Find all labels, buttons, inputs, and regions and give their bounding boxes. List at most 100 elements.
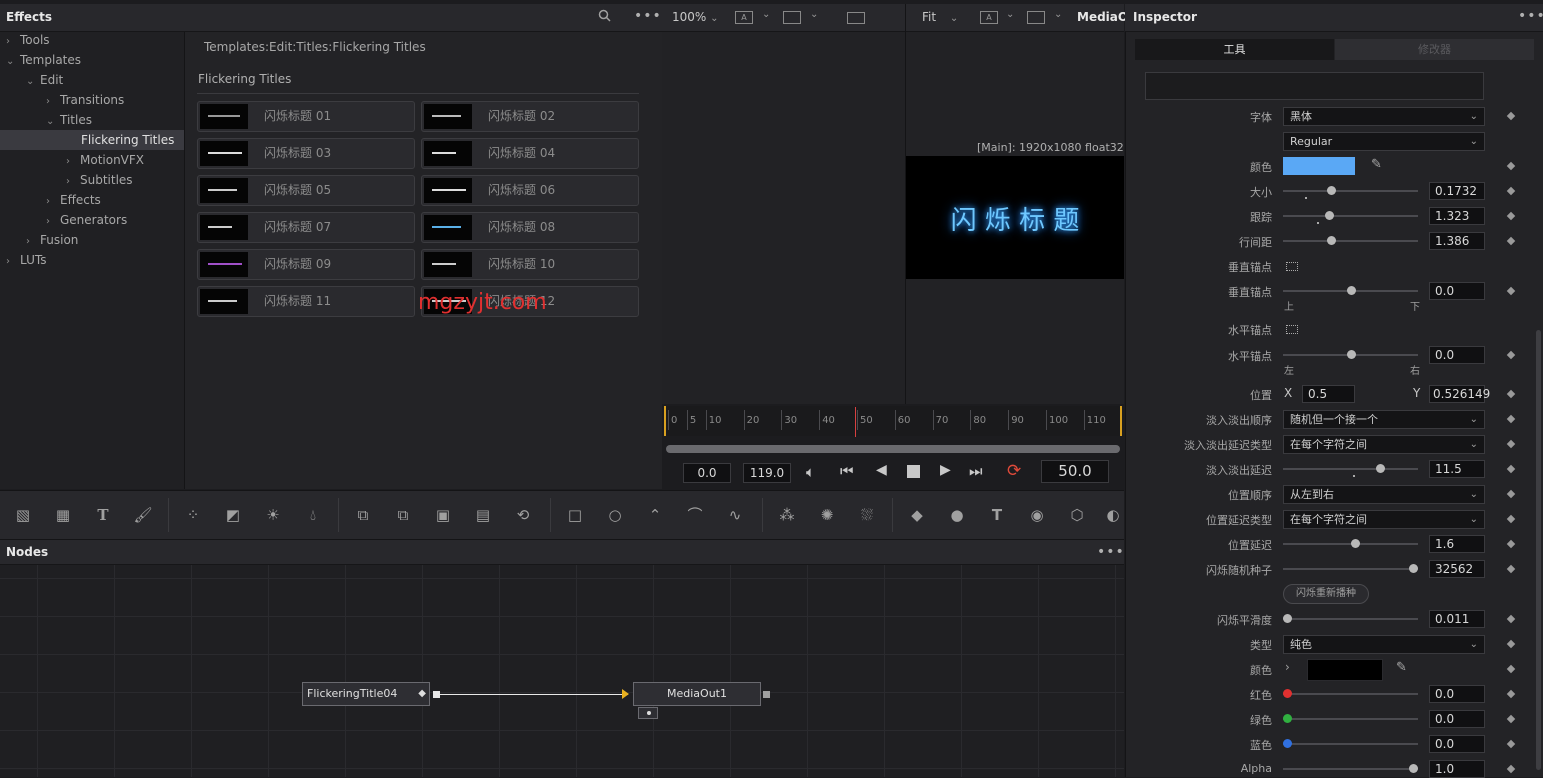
particle-render-icon[interactable]: ⛆ <box>854 502 880 528</box>
tracking-value-field[interactable]: 1.323 <box>1429 207 1485 225</box>
green-value-field[interactable]: 0.0 <box>1429 710 1485 728</box>
zoom-dropdown[interactable]: 100% ⌄ <box>672 10 719 24</box>
v-anchor-value-field[interactable]: 0.0 <box>1429 282 1485 300</box>
play-reverse-icon[interactable]: ◀︎ <box>876 462 887 478</box>
chevron-down-icon[interactable]: ⌄ <box>810 9 818 20</box>
node-connection[interactable] <box>440 694 628 695</box>
preview-frame[interactable]: 闪 烁 标 题 <box>906 156 1124 279</box>
search-icon[interactable] <box>598 9 612 23</box>
color-swatch[interactable] <box>1283 157 1355 175</box>
style-dropdown[interactable]: Regular ⌄ <box>1283 132 1485 151</box>
fade-delay-slider[interactable] <box>1283 464 1418 477</box>
tree-item-tools[interactable]: › Tools <box>6 30 50 50</box>
tab-tools[interactable]: 工具 <box>1135 39 1334 60</box>
v-anchor-slider[interactable] <box>1283 286 1418 295</box>
slider-handle[interactable] <box>1409 764 1418 773</box>
play-icon[interactable]: ▶︎ <box>940 462 951 478</box>
tree-item-edit[interactable]: ⌄ Edit <box>26 70 63 90</box>
fast-noise-tool-icon[interactable]: ▦ <box>50 502 76 528</box>
start-time-field[interactable]: 0.0 <box>683 463 731 483</box>
h-anchor-slider[interactable] <box>1283 350 1418 359</box>
more-options-icon[interactable]: ••• <box>634 8 662 24</box>
polygon-mask-icon[interactable]: ⌃ <box>642 502 668 528</box>
pos-delay-value-field[interactable]: 1.6 <box>1429 535 1485 553</box>
template-tile[interactable]: 闪烁标题 02 <box>421 101 639 132</box>
position-y-field[interactable]: 0.526149 <box>1429 385 1490 403</box>
go-to-end-icon[interactable]: ⏭︎ <box>969 462 983 480</box>
template-tile[interactable]: 闪烁标题 01 <box>197 101 415 132</box>
text-tool-icon[interactable]: T <box>90 502 116 528</box>
pos-delay-slider[interactable] <box>1283 539 1418 548</box>
line-spacing-value-field[interactable]: 1.386 <box>1429 232 1485 250</box>
ellipse-mask-icon[interactable]: ○ <box>602 502 628 528</box>
red-slider[interactable] <box>1283 689 1418 698</box>
end-time-field[interactable]: 119.0 <box>743 463 791 483</box>
brightness-icon[interactable]: ☀︎ <box>260 502 286 528</box>
current-time-field[interactable]: 50.0 <box>1041 460 1109 483</box>
paint-tool-icon[interactable]: 🖌︎ <box>130 502 156 528</box>
slider-handle[interactable] <box>1376 464 1385 473</box>
matte-icon[interactable]: ▣ <box>430 502 456 528</box>
text-input-area[interactable] <box>1145 72 1484 100</box>
slider-handle[interactable] <box>1283 714 1292 723</box>
output-port[interactable] <box>433 691 440 698</box>
template-tile[interactable]: 闪烁标题 09 <box>197 249 415 280</box>
template-tile[interactable]: 闪烁标题 04 <box>421 138 639 169</box>
transform-icon[interactable]: ⟲ <box>510 502 536 528</box>
chevron-right-icon[interactable]: › <box>1285 660 1290 674</box>
template-tile[interactable]: 闪烁标题 10 <box>421 249 639 280</box>
chevron-down-icon[interactable]: ⌄ <box>1054 9 1062 20</box>
v-anchor-icon[interactable] <box>1286 262 1298 271</box>
merge3d-icon[interactable]: ● <box>944 502 970 528</box>
template-tile[interactable]: 闪烁标题 11 <box>197 286 415 317</box>
tree-item-motionvfx[interactable]: › MotionVFX <box>66 150 144 170</box>
h-anchor-value-field[interactable]: 0.0 <box>1429 346 1485 364</box>
template-tile[interactable]: 闪烁标题 07 <box>197 212 415 243</box>
bgcolor-swatch[interactable] <box>1307 659 1383 681</box>
roi-icon[interactable] <box>783 11 801 24</box>
stop-icon[interactable] <box>907 465 920 478</box>
type-dropdown[interactable]: 纯色 ⌄ <box>1283 635 1485 654</box>
seed-slider[interactable] <box>1283 564 1418 573</box>
time-scrollbar[interactable] <box>666 445 1120 453</box>
smoothness-slider[interactable] <box>1283 614 1418 623</box>
tree-item-effects[interactable]: › Effects <box>46 190 101 210</box>
input-port-arrow[interactable] <box>622 689 629 699</box>
merge-icon[interactable]: ⧉ <box>350 502 376 528</box>
light3d-icon[interactable]: ◐ <box>1100 502 1126 528</box>
node-graph[interactable] <box>0 565 1124 777</box>
audio-icon[interactable]: 🔈︎ <box>806 463 815 481</box>
slider-handle[interactable] <box>1327 236 1336 245</box>
tracking-slider[interactable] <box>1283 211 1418 224</box>
alpha-slider[interactable] <box>1283 764 1418 773</box>
tree-item-generators[interactable]: › Generators <box>46 210 127 230</box>
slider-handle[interactable] <box>1347 350 1356 359</box>
merge-alt-icon[interactable]: ⧉ <box>390 502 416 528</box>
wave-mask-icon[interactable]: ∿ <box>722 502 748 528</box>
eyedropper-icon[interactable]: ✎ <box>1396 660 1407 675</box>
slider-handle[interactable] <box>1327 186 1336 195</box>
fade-order-dropdown[interactable]: 随机但一个接一个 ⌄ <box>1283 410 1485 429</box>
roi-icon[interactable] <box>1027 11 1045 24</box>
tree-item-luts[interactable]: › LUTs <box>6 250 46 270</box>
slider-handle[interactable] <box>1325 211 1334 220</box>
output-port[interactable] <box>763 691 770 698</box>
reseed-button[interactable]: 闪烁重新播种 <box>1283 584 1369 604</box>
tree-item-templates[interactable]: ⌄ Templates <box>6 50 81 70</box>
green-slider[interactable] <box>1283 714 1418 723</box>
media-in-icon[interactable]: ▤ <box>470 502 496 528</box>
blur-tool-icon[interactable]: ⁘ <box>180 502 206 528</box>
channel-icon[interactable]: A <box>980 11 998 24</box>
fade-delay-value-field[interactable]: 11.5 <box>1429 460 1485 478</box>
tree-item-fusion[interactable]: › Fusion <box>26 230 78 250</box>
background-tool-icon[interactable]: ▧ <box>10 502 36 528</box>
playhead[interactable] <box>855 407 856 437</box>
chevron-down-icon[interactable]: ⌄ <box>1006 9 1014 20</box>
tab-modifiers[interactable]: 修改器 <box>1335 39 1534 60</box>
blue-slider[interactable] <box>1283 739 1418 748</box>
chevron-down-icon[interactable]: ⌄ <box>762 9 770 20</box>
camera3d-icon[interactable]: ◉ <box>1024 502 1050 528</box>
font-dropdown[interactable]: 黑体 ⌄ <box>1283 107 1485 126</box>
template-tile[interactable]: 闪烁标题 08 <box>421 212 639 243</box>
h-anchor-icon[interactable] <box>1286 325 1298 334</box>
